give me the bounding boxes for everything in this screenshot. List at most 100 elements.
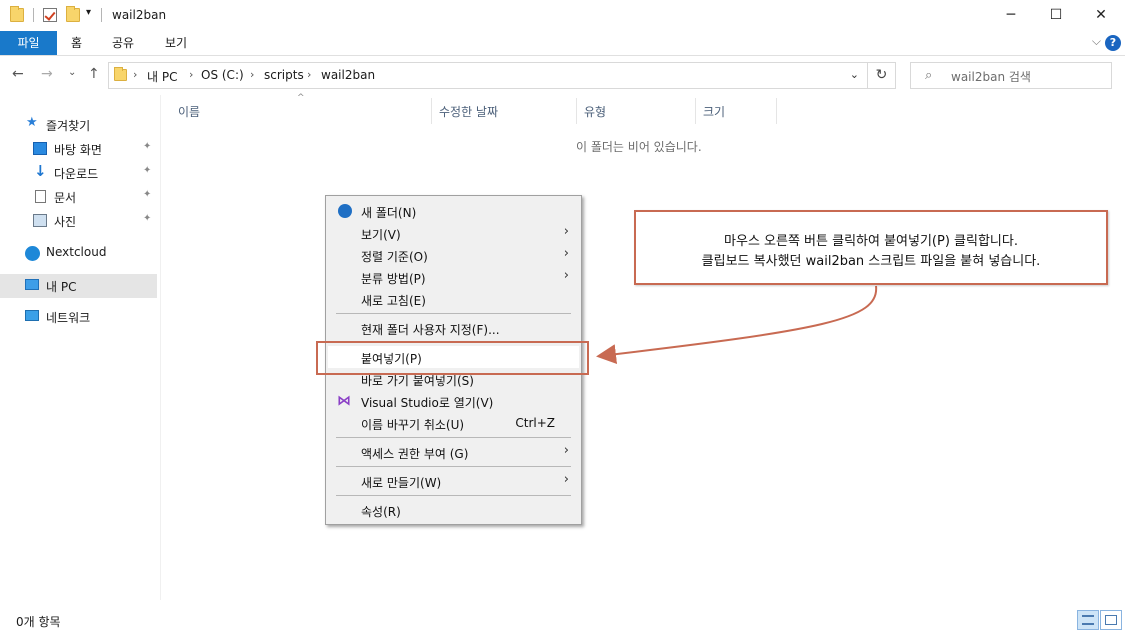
chevron-right-icon: › [563, 224, 569, 239]
column-header: ^ 이름 수정한 날짜 유형 크기 [170, 93, 810, 124]
customize-toolbar-icon[interactable]: ▾ [86, 7, 91, 18]
column-divider[interactable] [695, 98, 696, 124]
menu-item-label: Visual Studio로 열기(V) [361, 396, 494, 410]
pane-divider[interactable] [160, 95, 161, 600]
sidebar-item-label: 문서 [54, 191, 77, 205]
breadcrumb-this-pc[interactable]: 내 PC [147, 68, 177, 85]
sidebar-item-desktop[interactable]: 바탕 화면 ✦ [0, 137, 157, 161]
folder-icon [10, 6, 24, 22]
menu-separator [336, 437, 571, 438]
menu-item-label: 보기(V) [361, 228, 401, 242]
breadcrumb-scripts[interactable]: scripts [264, 68, 304, 82]
breadcrumb-wail2ban[interactable]: wail2ban [321, 68, 375, 82]
sidebar-item-label: 네트워크 [46, 311, 91, 325]
sidebar-item-label: 다운로드 [54, 167, 99, 181]
menu-item-label: 새로 만들기(W) [361, 476, 442, 490]
close-button[interactable]: ✕ [1078, 0, 1124, 31]
computer-icon [25, 279, 39, 290]
sidebar-item-nextcloud[interactable]: Nextcloud [0, 241, 157, 265]
expand-ribbon-icon[interactable]: ⌵ [1092, 34, 1101, 49]
navigation-pane: ★ 즐겨찾기 바탕 화면 ✦ ↓ 다운로드 ✦ 문서 ✦ 사진 ✦ Nextcl… [0, 95, 160, 600]
pin-icon: ✦ [143, 189, 152, 200]
sort-ascending-icon: ^ [297, 93, 305, 103]
column-divider[interactable] [776, 98, 777, 124]
address-bar[interactable]: › 내 PC › OS (C:) › scripts › wail2ban ⌄ [108, 62, 868, 89]
menu-item-label: 정렬 기준(O) [361, 250, 428, 264]
sidebar-item-documents[interactable]: 문서 ✦ [0, 185, 157, 209]
sidebar-item-network[interactable]: 네트워크 [0, 305, 157, 329]
menu-item-view[interactable]: 보기(V) › [328, 222, 579, 244]
chevron-right-icon: › [563, 443, 569, 458]
refresh-button[interactable]: ↻ [868, 62, 896, 89]
column-divider[interactable] [431, 98, 432, 124]
tab-view[interactable]: 보기 [152, 31, 200, 55]
chevron-right-icon[interactable]: › [307, 68, 311, 81]
ribbon-tabs: 파일 홈 공유 보기 ⌵ ? [0, 31, 1125, 56]
divider [33, 8, 34, 22]
chevron-right-icon[interactable]: › [133, 68, 137, 81]
chevron-right-icon: › [563, 246, 569, 261]
empty-folder-message: 이 폴더는 비어 있습니다. [576, 140, 702, 154]
back-icon[interactable]: ← [12, 66, 24, 82]
column-size[interactable]: 크기 [703, 103, 725, 120]
menu-item-new[interactable]: 새로 만들기(W) › [328, 470, 579, 492]
status-bar: 0개 항목 [0, 608, 1125, 634]
annotation-callout: 마우스 오른쪽 버튼 클릭하여 붙여넣기(P) 클릭합니다. 클립보드 복사했던… [634, 210, 1108, 285]
menu-item-open-visual-studio[interactable]: ⋈ Visual Studio로 열기(V) [328, 390, 579, 412]
search-input[interactable]: ⌕ wail2ban 검색 [910, 62, 1112, 89]
help-icon[interactable]: ? [1105, 35, 1121, 51]
divider [101, 8, 102, 22]
menu-item-sort-by[interactable]: 정렬 기준(O) › [328, 244, 579, 266]
sidebar-item-pictures[interactable]: 사진 ✦ [0, 209, 157, 233]
item-count: 0개 항목 [16, 615, 61, 629]
column-divider[interactable] [576, 98, 577, 124]
sidebar-item-quick-access[interactable]: ★ 즐겨찾기 [0, 113, 157, 137]
breadcrumb-drive-c[interactable]: OS (C:) [201, 68, 244, 82]
column-name[interactable]: 이름 [178, 103, 200, 120]
forward-icon[interactable]: → [41, 66, 53, 82]
sidebar-item-label: 내 PC [46, 280, 77, 294]
pin-icon: ✦ [143, 141, 152, 152]
sidebar-item-this-pc[interactable]: 내 PC [0, 274, 157, 298]
menu-item-properties[interactable]: 속성(R) [328, 499, 579, 521]
recent-locations-icon[interactable]: ⌄ [68, 67, 76, 78]
large-icons-view-icon[interactable] [1100, 610, 1122, 630]
callout-line-2: 클립보드 복사했던 wail2ban 스크립트 파일을 붙혀 넣습니다. [701, 254, 1041, 269]
menu-separator [336, 313, 571, 314]
chevron-right-icon[interactable]: › [250, 68, 254, 81]
chevron-right-icon[interactable]: › [189, 68, 193, 81]
chevron-right-icon: › [563, 472, 569, 487]
menu-item-give-access[interactable]: 액세스 권한 부여 (G) › [328, 441, 579, 463]
column-date-modified[interactable]: 수정한 날짜 [439, 103, 498, 120]
tab-share[interactable]: 공유 [99, 31, 147, 55]
document-icon [35, 190, 46, 203]
minimize-button[interactable]: ─ [988, 0, 1034, 31]
details-view-icon[interactable] [1077, 610, 1099, 630]
tab-file[interactable]: 파일 [0, 31, 57, 55]
column-type[interactable]: 유형 [584, 103, 606, 120]
up-icon[interactable]: ↑ [88, 66, 100, 82]
title-bar: ▾ wail2ban ─ ☐ ✕ [0, 0, 1125, 31]
menu-item-shortcut: Ctrl+Z [515, 416, 555, 430]
menu-item-group-by[interactable]: 분류 방법(P) › [328, 266, 579, 288]
network-icon [25, 310, 39, 321]
paste-highlight-box [316, 341, 589, 375]
chevron-down-icon[interactable]: ⌄ [850, 68, 859, 81]
desktop-icon [33, 142, 47, 155]
pin-icon: ✦ [143, 213, 152, 224]
menu-item-new-folder[interactable]: 새 폴더(N) [328, 200, 579, 222]
tab-home[interactable]: 홈 [58, 31, 95, 55]
menu-item-refresh[interactable]: 새로 고침(E) [328, 288, 579, 310]
star-icon: ★ [26, 115, 38, 130]
search-icon: ⌕ [925, 68, 933, 83]
properties-icon[interactable] [43, 8, 57, 22]
menu-item-label: 이름 바꾸기 취소(U) [361, 418, 465, 432]
menu-item-customize-folder[interactable]: 현재 폴더 사용자 지정(F)... [328, 317, 579, 339]
visual-studio-icon: ⋈ [337, 393, 351, 409]
menu-item-undo-rename[interactable]: 이름 바꾸기 취소(U) Ctrl+Z [328, 412, 579, 434]
menu-separator [336, 466, 571, 467]
new-folder-icon[interactable] [66, 6, 80, 22]
sidebar-item-downloads[interactable]: ↓ 다운로드 ✦ [0, 161, 157, 185]
maximize-button[interactable]: ☐ [1033, 0, 1079, 31]
menu-item-label: 현재 폴더 사용자 지정(F)... [361, 323, 500, 337]
